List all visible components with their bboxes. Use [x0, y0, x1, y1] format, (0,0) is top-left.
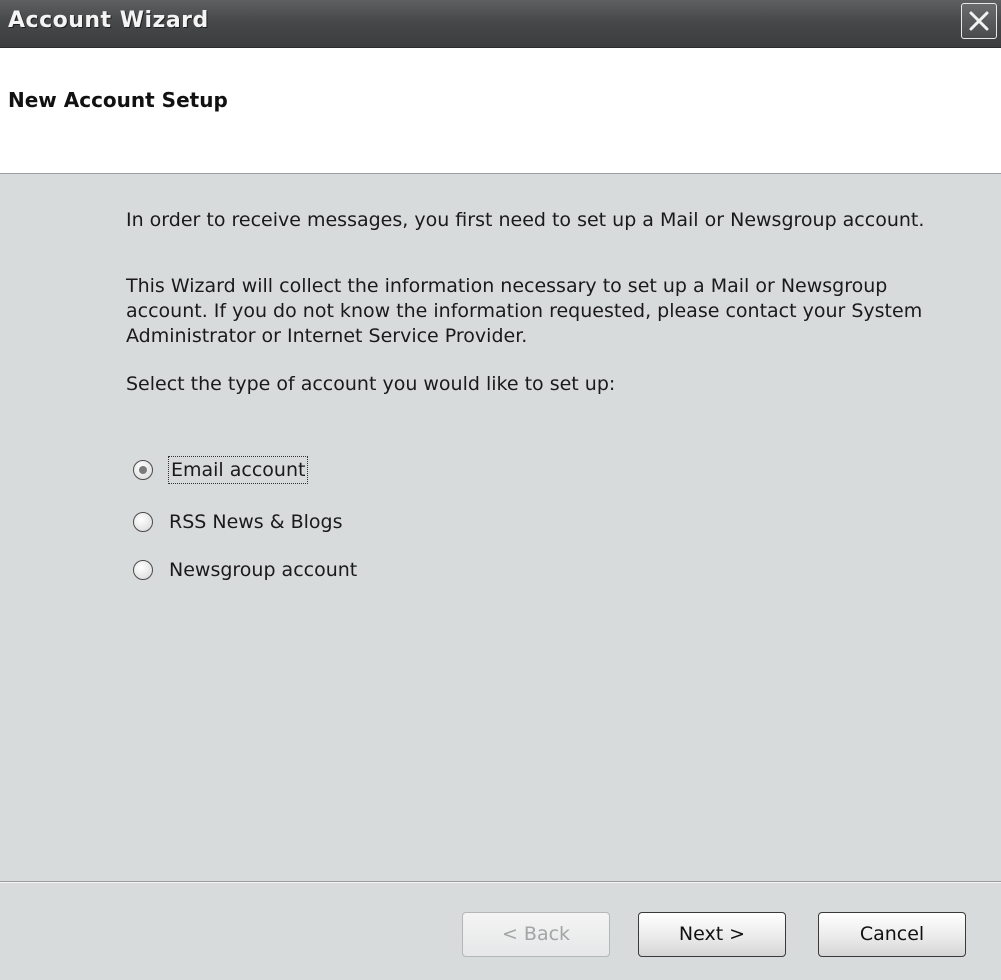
window-title: Account Wizard — [8, 8, 209, 33]
wizard-content: In order to receive messages, you first … — [0, 174, 1001, 880]
next-button[interactable]: Next > — [638, 912, 786, 957]
intro-text-1: In order to receive messages, you first … — [126, 209, 925, 231]
close-button[interactable] — [961, 3, 997, 39]
page-title: New Account Setup — [8, 88, 228, 112]
email-account-radio[interactable] — [133, 460, 153, 480]
back-button[interactable]: < Back — [462, 912, 610, 957]
close-icon — [969, 11, 989, 31]
rss-news-blogs-label[interactable]: RSS News & Blogs — [169, 510, 343, 534]
rss-news-blogs-radio[interactable] — [133, 512, 153, 532]
footer-divider — [0, 881, 1001, 883]
radio-selected-dot — [139, 466, 147, 474]
email-account-label[interactable]: Email account — [167, 456, 309, 484]
newsgroup-account-radio[interactable] — [133, 560, 153, 580]
cancel-button[interactable]: Cancel — [818, 912, 966, 957]
intro-text-2: This Wizard will collect the information… — [126, 275, 923, 347]
account-type-prompt: Select the type of account you would lik… — [126, 373, 616, 395]
title-bar: Account Wizard — [0, 0, 1001, 48]
newsgroup-account-label[interactable]: Newsgroup account — [169, 558, 357, 582]
wizard-header: New Account Setup — [0, 48, 1001, 174]
